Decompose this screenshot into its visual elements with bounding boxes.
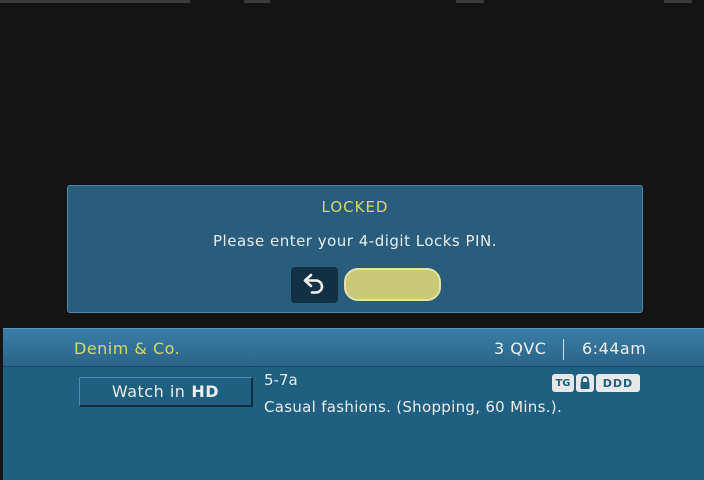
overscan-mark [664,0,692,3]
divider [563,339,564,360]
overscan-mark [244,0,270,3]
program-title: Denim & Co. [74,339,181,358]
overscan-mark [0,0,190,3]
info-bar-header: Denim & Co. 3 QVC 6:44am [3,328,704,367]
program-description: Casual fashions. (Shopping, 60 Mins.). [264,398,563,416]
clock: 6:44am [582,339,647,358]
program-time-range: 5-7a [264,371,298,389]
locked-dialog: LOCKED Please enter your 4-digit Locks P… [67,185,643,313]
tv-rating-badge: TG [552,374,574,392]
watch-button-label: Watch in [111,382,186,401]
program-badges: TG DDD [552,373,640,393]
lock-icon [576,374,594,392]
dialog-title: LOCKED [321,198,389,216]
return-arrow-icon [302,271,328,299]
pin-input[interactable] [344,268,441,301]
watch-in-hd-button[interactable]: Watch in HD [79,377,253,407]
tv-screen: LOCKED Please enter your 4-digit Locks P… [0,0,704,480]
info-bar-body: Watch in HD 5-7a Casual fashions. (Shopp… [3,367,704,480]
dialog-message: Please enter your 4-digit Locks PIN. [213,232,497,250]
back-button[interactable] [291,267,338,303]
channel-label: 3 QVC [494,339,547,358]
hd-label: HD [191,382,220,401]
dolby-audio-badge: DDD [596,374,640,392]
overscan-mark [456,0,484,3]
